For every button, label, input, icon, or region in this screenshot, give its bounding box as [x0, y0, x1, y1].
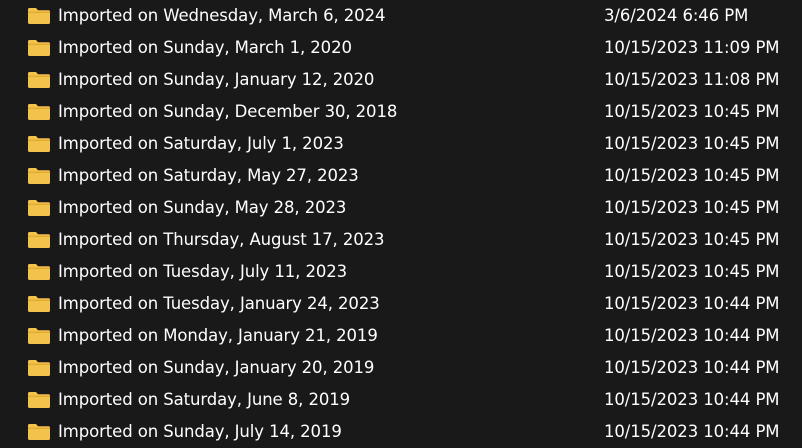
file-row[interactable]: Imported on Sunday, December 30, 2018 10… — [0, 96, 802, 128]
file-row[interactable]: Imported on Tuesday, July 11, 2023 10/15… — [0, 256, 802, 288]
file-row[interactable]: Imported on Sunday, July 14, 2019 10/15/… — [0, 416, 802, 448]
file-name[interactable]: Imported on Monday, January 21, 2019 — [58, 320, 378, 352]
folder-icon — [28, 168, 50, 184]
file-row[interactable]: Imported on Sunday, March 1, 2020 10/15/… — [0, 32, 802, 64]
file-date-modified: 10/15/2023 10:44 PM — [604, 390, 780, 409]
file-list: Imported on Wednesday, March 6, 2024 3/6… — [0, 0, 802, 448]
file-row[interactable]: Imported on Saturday, July 1, 2023 10/15… — [0, 128, 802, 160]
file-name[interactable]: Imported on Tuesday, July 11, 2023 — [58, 256, 347, 288]
file-row[interactable]: Imported on Tuesday, January 24, 2023 10… — [0, 288, 802, 320]
folder-icon — [28, 296, 50, 312]
file-name[interactable]: Imported on Sunday, March 1, 2020 — [58, 32, 352, 64]
file-name[interactable]: Imported on Thursday, August 17, 2023 — [58, 224, 385, 256]
file-date-modified: 10/15/2023 11:09 PM — [604, 38, 780, 57]
file-date-modified: 10/15/2023 10:45 PM — [604, 230, 780, 249]
file-row[interactable]: Imported on Sunday, May 28, 2023 10/15/2… — [0, 192, 802, 224]
file-name[interactable]: Imported on Saturday, June 8, 2019 — [58, 384, 350, 416]
file-name[interactable]: Imported on Sunday, December 30, 2018 — [58, 96, 397, 128]
folder-icon — [28, 200, 50, 216]
file-name[interactable]: Imported on Sunday, January 20, 2019 — [58, 352, 374, 384]
file-date-modified: 10/15/2023 10:45 PM — [604, 262, 780, 281]
file-row[interactable]: Imported on Thursday, August 17, 2023 10… — [0, 224, 802, 256]
file-date-modified: 10/15/2023 10:44 PM — [604, 326, 780, 345]
file-name[interactable]: Imported on Saturday, May 27, 2023 — [58, 160, 359, 192]
file-date-modified: 10/15/2023 10:45 PM — [604, 166, 780, 185]
file-date-modified: 10/15/2023 10:45 PM — [604, 102, 780, 121]
file-date-modified: 10/15/2023 11:08 PM — [604, 70, 780, 89]
file-row[interactable]: Imported on Monday, January 21, 2019 10/… — [0, 320, 802, 352]
file-row[interactable]: Imported on Saturday, June 8, 2019 10/15… — [0, 384, 802, 416]
file-row[interactable]: Imported on Sunday, January 12, 2020 10/… — [0, 64, 802, 96]
file-date-modified: 10/15/2023 10:44 PM — [604, 422, 780, 441]
folder-icon — [28, 328, 50, 344]
folder-icon — [28, 424, 50, 440]
file-row[interactable]: Imported on Saturday, May 27, 2023 10/15… — [0, 160, 802, 192]
file-row[interactable]: Imported on Wednesday, March 6, 2024 3/6… — [0, 0, 802, 32]
file-name[interactable]: Imported on Sunday, January 12, 2020 — [58, 64, 374, 96]
file-row[interactable]: Imported on Sunday, January 20, 2019 10/… — [0, 352, 802, 384]
folder-icon — [28, 8, 50, 24]
file-date-modified: 10/15/2023 10:44 PM — [604, 294, 780, 313]
folder-icon — [28, 360, 50, 376]
folder-icon — [28, 40, 50, 56]
folder-icon — [28, 264, 50, 280]
file-name[interactable]: Imported on Tuesday, January 24, 2023 — [58, 288, 380, 320]
folder-icon — [28, 104, 50, 120]
folder-icon — [28, 392, 50, 408]
file-date-modified: 10/15/2023 10:45 PM — [604, 134, 780, 153]
file-date-modified: 10/15/2023 10:44 PM — [604, 358, 780, 377]
file-name[interactable]: Imported on Sunday, May 28, 2023 — [58, 192, 346, 224]
file-date-modified: 10/15/2023 10:45 PM — [604, 198, 780, 217]
folder-icon — [28, 232, 50, 248]
file-name[interactable]: Imported on Saturday, July 1, 2023 — [58, 128, 344, 160]
file-name[interactable]: Imported on Wednesday, March 6, 2024 — [58, 0, 385, 32]
folder-icon — [28, 136, 50, 152]
file-name[interactable]: Imported on Sunday, July 14, 2019 — [58, 416, 342, 448]
file-date-modified: 3/6/2024 6:46 PM — [604, 6, 749, 25]
folder-icon — [28, 72, 50, 88]
